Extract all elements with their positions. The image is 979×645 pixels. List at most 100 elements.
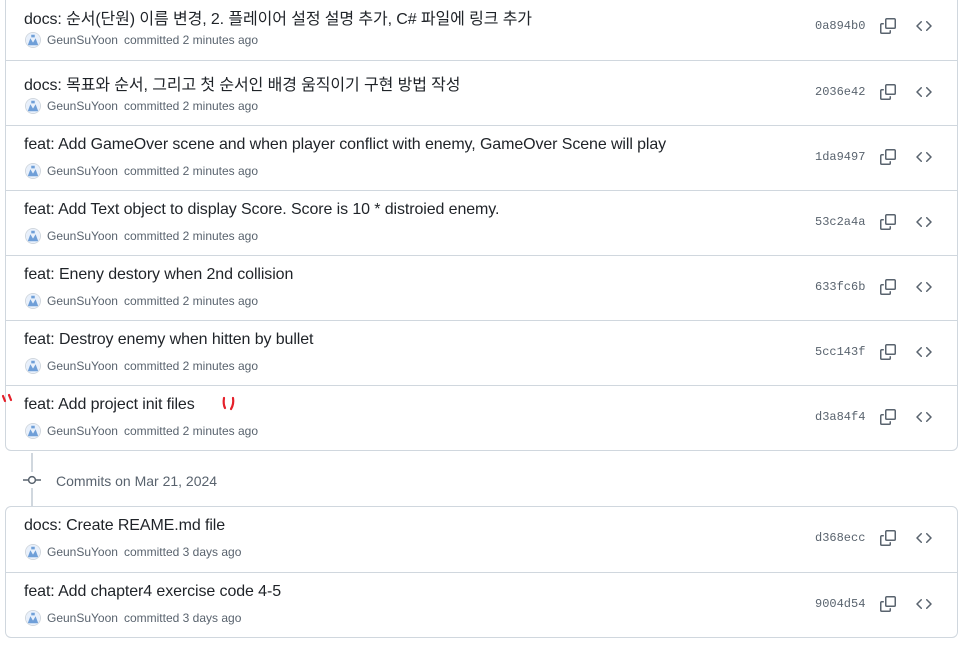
code-icon [916,149,932,165]
commit-sha-link[interactable]: d3a84f4 [815,410,865,424]
annotation-mark-left [1,393,13,403]
commit-author[interactable]: GeunSuYoon [47,99,118,113]
commit-time: committed 3 days ago [123,611,242,625]
commit-group-recent: docs: 순서(단원) 이름 변경, 2. 플레이어 설정 설명 추가, C#… [5,0,958,451]
browse-repository-button[interactable] [910,403,938,431]
commit-author[interactable]: GeunSuYoon [47,294,118,308]
commit-time: committed 2 minutes ago [123,33,259,47]
commit-row: feat: Add GameOver scene and when player… [6,125,957,190]
commit-title-link[interactable]: feat: Add Text object to display Score. … [24,201,499,219]
commit-group-mar-21: docs: Create REAME.md file GeunSuYoon comm… [5,506,958,638]
avatar[interactable] [25,228,41,244]
commit-author[interactable]: GeunSuYoon [47,229,118,243]
browse-repository-button[interactable] [910,78,938,106]
commit-author[interactable]: GeunSuYoon [47,33,118,47]
commit-row: feat: Add Text object to display Score. … [6,190,957,255]
code-icon [916,530,932,546]
copy-icon [880,279,896,295]
commit-row: feat: Add project init files GeunSuYoon co… [6,385,957,450]
commit-row: feat: Eneny destory when 2nd collision Ge… [6,255,957,320]
commit-author[interactable]: GeunSuYoon [47,611,118,625]
annotation-mark-right [222,396,235,411]
commit-title-link[interactable]: feat: Add project init files [24,396,195,414]
browse-repository-button[interactable] [910,208,938,236]
commit-author[interactable]: GeunSuYoon [47,545,118,559]
copy-icon [880,149,896,165]
copy-icon [880,409,896,425]
code-icon [916,18,932,34]
copy-sha-button[interactable] [874,403,902,431]
copy-sha-button[interactable] [874,12,902,40]
copy-sha-button[interactable] [874,590,902,618]
commit-sha-link[interactable]: 9004d54 [815,597,865,611]
git-commit-icon [23,475,41,485]
copy-sha-button[interactable] [874,78,902,106]
copy-icon [880,18,896,34]
code-icon [916,84,932,100]
avatar[interactable] [25,98,41,114]
commit-sha-link[interactable]: d368ecc [815,531,865,545]
avatar[interactable] [25,423,41,439]
commit-title-link[interactable]: docs: Create REAME.md file [24,517,225,535]
commit-sha-link[interactable]: 0a894b0 [815,19,865,33]
copy-sha-button[interactable] [874,273,902,301]
code-icon [916,596,932,612]
copy-sha-button[interactable] [874,208,902,236]
commit-sha-link[interactable]: 633fc6b [815,280,865,294]
commit-meta: GeunSuYoon committed 3 days ago [25,610,241,626]
copy-sha-button[interactable] [874,143,902,171]
commit-row: docs: 목표와 순서, 그리고 첫 순서인 배경 움직이기 구현 방법 작성… [6,60,957,125]
commit-time: committed 2 minutes ago [123,359,259,373]
copy-icon [880,214,896,230]
commit-sha-link[interactable]: 1da9497 [815,150,865,164]
commit-title-link[interactable]: feat: Add GameOver scene and when player… [24,136,666,154]
browse-repository-button[interactable] [910,524,938,552]
commit-time: committed 2 minutes ago [123,294,259,308]
commit-sha-link[interactable]: 53c2a4a [815,215,865,229]
commit-author[interactable]: GeunSuYoon [47,164,118,178]
browse-repository-button[interactable] [910,273,938,301]
browse-repository-button[interactable] [910,12,938,40]
commit-meta: GeunSuYoon committed 2 minutes ago [25,423,258,439]
browse-repository-button[interactable] [910,338,938,366]
commit-title-link[interactable]: feat: Add chapter4 exercise code 4-5 [24,583,281,601]
commit-meta: GeunSuYoon committed 2 minutes ago [25,358,258,374]
commit-author[interactable]: GeunSuYoon [47,424,118,438]
copy-sha-button[interactable] [874,338,902,366]
copy-icon [880,596,896,612]
commit-author[interactable]: GeunSuYoon [47,359,118,373]
avatar[interactable] [25,610,41,626]
copy-icon [880,84,896,100]
code-icon [916,344,932,360]
commit-date-heading: Commits on Mar 21, 2024 [56,473,218,489]
timeline-line-bottom [31,488,33,506]
commit-time: committed 2 minutes ago [123,424,259,438]
commit-meta: GeunSuYoon committed 2 minutes ago [25,32,258,48]
avatar[interactable] [25,293,41,309]
browse-repository-button[interactable] [910,143,938,171]
commit-time: committed 2 minutes ago [123,99,259,113]
avatar[interactable] [25,163,41,179]
commit-title-link[interactable]: docs: 순서(단원) 이름 변경, 2. 플레이어 설정 설명 추가, C#… [24,5,532,29]
avatar[interactable] [25,32,41,48]
commit-row: docs: 순서(단원) 이름 변경, 2. 플레이어 설정 설명 추가, C#… [6,0,957,60]
commit-time: committed 3 days ago [123,545,242,559]
commit-sha-link[interactable]: 5cc143f [815,345,865,359]
commit-title-link[interactable]: feat: Eneny destory when 2nd collision [24,266,293,284]
commit-row: docs: Create REAME.md file GeunSuYoon comm… [6,507,957,572]
avatar[interactable] [25,358,41,374]
commit-row: feat: Destroy enemy when hitten by bulle… [6,320,957,385]
commit-meta: GeunSuYoon committed 2 minutes ago [25,293,258,309]
commit-meta: GeunSuYoon committed 2 minutes ago [25,98,258,114]
commit-sha-link[interactable]: 2036e42 [815,85,865,99]
commit-time: committed 2 minutes ago [123,229,259,243]
code-icon [916,409,932,425]
commit-title-link[interactable]: feat: Destroy enemy when hitten by bulle… [24,331,314,349]
commit-date-divider: Commits on Mar 21, 2024 [0,453,979,506]
code-icon [916,214,932,230]
commit-title-link[interactable]: docs: 목표와 순서, 그리고 첫 순서인 배경 움직이기 구현 방법 작성 [24,71,461,95]
commit-meta: GeunSuYoon committed 2 minutes ago [25,163,258,179]
copy-sha-button[interactable] [874,524,902,552]
browse-repository-button[interactable] [910,590,938,618]
avatar[interactable] [25,544,41,560]
